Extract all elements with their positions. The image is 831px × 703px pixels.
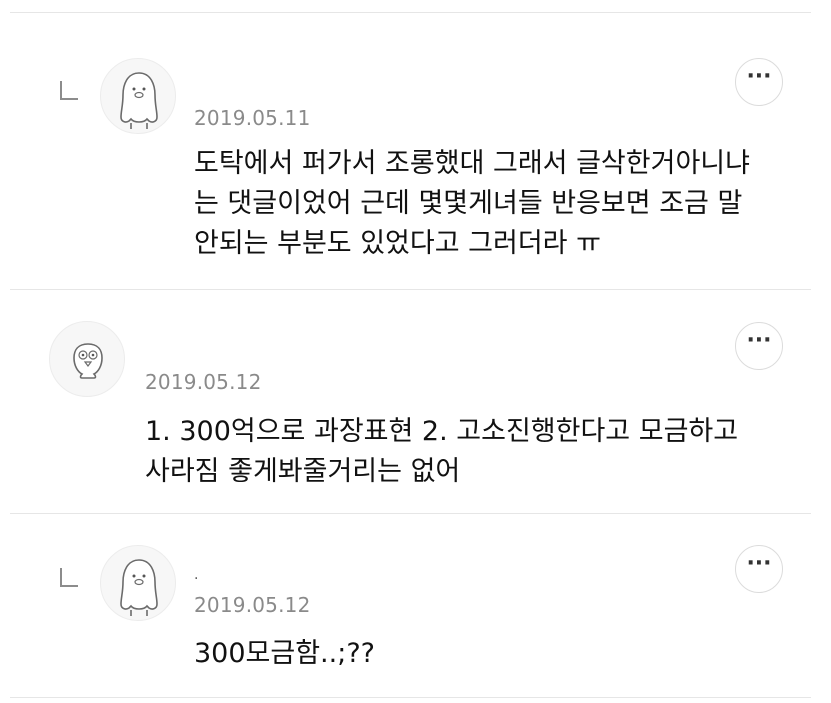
more-dots-icon: ···	[746, 328, 772, 353]
penguin-avatar-icon[interactable]	[100, 58, 176, 134]
comment-date: 2019.05.12	[145, 370, 262, 394]
comment-text: 도탁에서 퍼가서 조롱했대 그래서 글삭한거아니냐 는 댓글이었어 근데 몇몇게…	[194, 148, 750, 259]
reply-indicator-icon	[60, 81, 78, 100]
more-dots-icon: ···	[746, 551, 772, 576]
chick-avatar-icon[interactable]	[49, 321, 125, 397]
more-options-button[interactable]: ···	[735, 322, 783, 370]
more-options-button[interactable]: ···	[735, 545, 783, 593]
penguin-avatar-icon[interactable]	[100, 545, 176, 621]
comment-text: 1. 300억으로 과장표현 2. 고소진행한다고 모금하고 사라짐 좋게봐줄거…	[145, 416, 739, 487]
comment-nickname: .	[194, 567, 199, 583]
divider	[10, 12, 811, 13]
divider	[10, 697, 811, 698]
more-options-button[interactable]: ···	[735, 58, 783, 106]
comment-date: 2019.05.12	[194, 593, 311, 617]
comment-date: 2019.05.11	[194, 106, 311, 130]
divider	[10, 513, 811, 514]
reply-indicator-icon	[60, 568, 78, 587]
divider	[10, 289, 811, 290]
more-dots-icon: ···	[746, 64, 772, 89]
comment-text: 300모금함..;??	[194, 638, 375, 669]
